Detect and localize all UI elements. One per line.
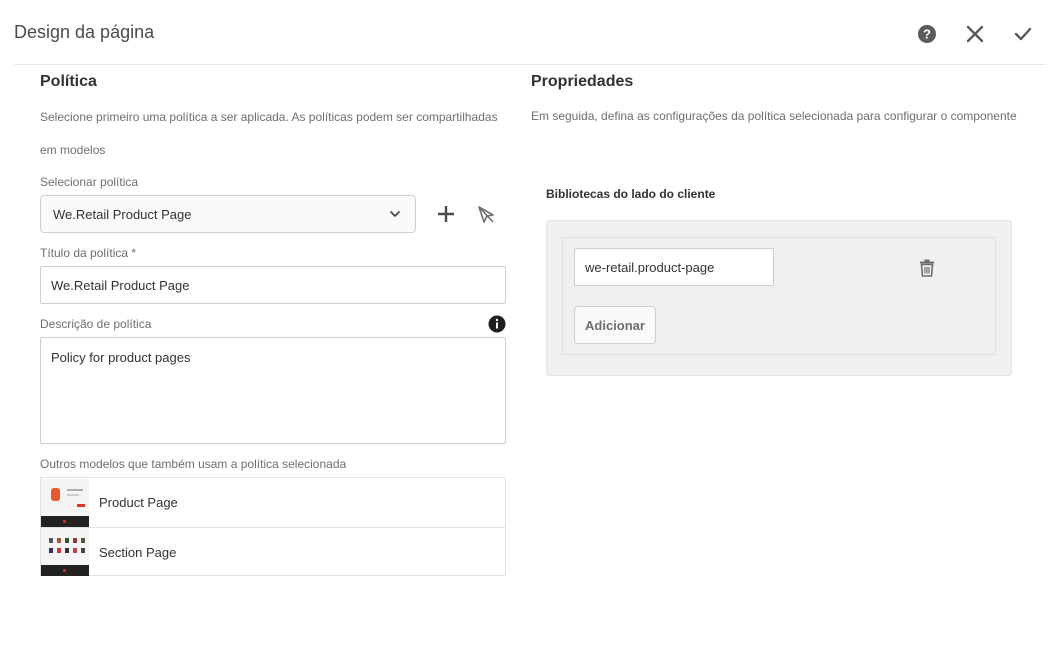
info-button[interactable] <box>487 314 507 334</box>
policy-description-textarea[interactable]: Policy for product pages <box>40 337 506 444</box>
help-icon: ? <box>918 25 936 43</box>
template-thumbnail <box>41 478 89 527</box>
list-item[interactable]: Section Page <box>41 527 505 576</box>
help-button[interactable]: ? <box>913 20 941 48</box>
client-libraries-panel: we-retail.product-page Adicionar <box>546 220 1012 376</box>
policy-title-value: We.Retail Product Page <box>51 277 190 293</box>
client-library-value: we-retail.product-page <box>585 259 715 275</box>
policy-title-label: Título da política * <box>40 246 137 260</box>
list-item[interactable]: Product Page <box>41 478 505 527</box>
delete-client-library-button[interactable] <box>918 258 936 278</box>
template-name: Product Page <box>99 495 178 510</box>
info-icon <box>488 315 506 333</box>
templates-list: Product Page Section Page <box>40 477 506 576</box>
policy-select[interactable]: We.Retail Product Page <box>40 195 416 233</box>
client-library-item: we-retail.product-page Adicionar <box>562 237 996 355</box>
chevron-down-icon <box>390 211 400 217</box>
svg-text:?: ? <box>923 27 931 42</box>
confirm-button[interactable] <box>1009 20 1037 48</box>
policy-description-line1: Selecione primeiro uma política a ser ap… <box>40 110 498 124</box>
select-policy-label: Selecionar política <box>40 175 139 189</box>
trash-icon <box>920 259 934 277</box>
client-libraries-label: Bibliotecas do lado do cliente <box>546 187 716 201</box>
policy-description-label: Descrição de política <box>40 317 152 331</box>
plus-icon <box>438 206 454 222</box>
template-name: Section Page <box>99 544 177 560</box>
policy-description-line2: em modelos <box>40 143 106 157</box>
template-thumbnail <box>41 528 89 576</box>
properties-description: Em seguida, defina as configurações da p… <box>531 109 1017 123</box>
dialog-header: Design da página ? <box>0 0 1059 66</box>
add-policy-button[interactable] <box>434 202 458 226</box>
policy-description-value: Policy for product pages <box>51 350 191 365</box>
dialog-title: Design da página <box>14 22 155 42</box>
close-icon <box>966 25 984 43</box>
properties-section-title: Propriedades <box>531 73 634 90</box>
policy-section-title: Política <box>40 73 97 90</box>
checkmark-icon <box>1014 27 1032 41</box>
select-cursor-icon <box>478 206 494 223</box>
client-library-input[interactable]: we-retail.product-page <box>574 248 774 286</box>
select-policy-button[interactable] <box>474 203 498 227</box>
header-divider <box>14 64 1046 65</box>
other-templates-label: Outros modelos que também usam a polític… <box>40 457 347 471</box>
policy-title-input[interactable]: We.Retail Product Page <box>40 266 506 304</box>
close-button[interactable] <box>961 20 989 48</box>
add-client-library-button[interactable]: Adicionar <box>574 306 656 344</box>
policy-select-value: We.Retail Product Page <box>53 206 192 222</box>
